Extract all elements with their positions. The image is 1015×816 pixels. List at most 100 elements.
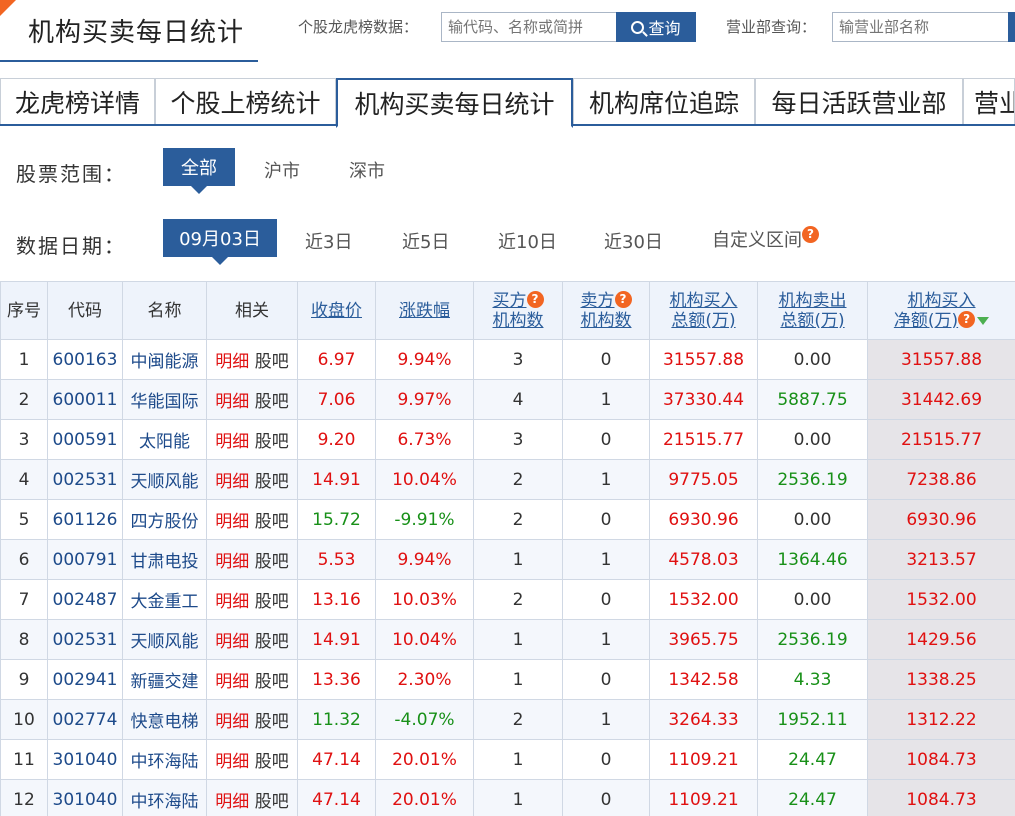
cell-name-link[interactable]: 新疆交建 (122, 659, 207, 700)
cell-code-link[interactable]: 002531 (47, 619, 123, 660)
guba-link[interactable]: 股吧 (255, 672, 289, 692)
col-seq: 序号 (0, 281, 48, 340)
date-option-5d[interactable]: 近5日 (402, 228, 449, 254)
detail-link[interactable]: 明细 (215, 592, 249, 612)
cell-name-link[interactable]: 中环海陆 (122, 739, 207, 780)
detail-link[interactable]: 明细 (215, 552, 249, 572)
date-option-10d[interactable]: 近10日 (498, 228, 557, 254)
cell-sell-total: 2536.19 (757, 459, 868, 500)
detail-link[interactable]: 明细 (215, 512, 249, 532)
cell-code-link[interactable]: 600163 (47, 339, 123, 380)
col-net-sort[interactable]: 机构买入 净额(万)? (867, 281, 1015, 340)
cell-name-link[interactable]: 甘肃电投 (122, 539, 207, 580)
help-icon[interactable]: ? (526, 290, 544, 308)
guba-link[interactable]: 股吧 (255, 792, 289, 812)
cell-buy-total: 31557.88 (649, 339, 758, 380)
cell-buy-inst: 1 (473, 779, 563, 816)
guba-link[interactable]: 股吧 (255, 712, 289, 732)
cell-net: 1338.25 (867, 659, 1015, 700)
detail-link[interactable]: 明细 (215, 672, 249, 692)
detail-link[interactable]: 明细 (215, 352, 249, 372)
tab-lhb-detail[interactable]: 龙虎榜详情 (0, 78, 155, 124)
detail-link[interactable]: 明细 (215, 472, 249, 492)
cell-code-link[interactable]: 002774 (47, 699, 123, 740)
date-option-30d[interactable]: 近30日 (604, 228, 663, 254)
cell-name-link[interactable]: 中环海陆 (122, 779, 207, 816)
cell-net: 3213.57 (867, 539, 1015, 580)
table-row: 12 301040 中环海陆 明细 股吧 47.14 20.01% 1 0 1109.21 24.… (0, 779, 1015, 816)
guba-link[interactable]: 股吧 (255, 592, 289, 612)
cell-code-link[interactable]: 601126 (47, 499, 123, 540)
cell-name-link[interactable]: 中闽能源 (122, 339, 207, 380)
detail-link[interactable]: 明细 (215, 792, 249, 812)
dept-search-label: 营业部查询： (726, 18, 817, 36)
table-row: 1 600163 中闽能源 明细 股吧 6.97 9.94% 3 0 31557.88 0.00 3… (0, 339, 1015, 380)
date-option-today[interactable]: 09月03日 (163, 219, 277, 265)
cell-code-link[interactable]: 002941 (47, 659, 123, 700)
cell-name-link[interactable]: 天顺风能 (122, 619, 207, 660)
detail-link[interactable]: 明细 (215, 392, 249, 412)
cell-seq: 9 (0, 659, 48, 700)
cell-code-link[interactable]: 301040 (47, 779, 123, 816)
detail-link[interactable]: 明细 (215, 432, 249, 452)
scope-option-sz[interactable]: 深市 (349, 157, 385, 183)
help-icon[interactable]: ? (802, 226, 819, 243)
col-buy-inst-sort[interactable]: 买方? 机构数 (473, 281, 563, 340)
cell-name-link[interactable]: 四方股份 (122, 499, 207, 540)
guba-link[interactable]: 股吧 (255, 632, 289, 652)
scope-option-sh[interactable]: 沪市 (264, 157, 300, 183)
cell-code-link[interactable]: 002487 (47, 579, 123, 620)
cell-name-link[interactable]: 大金重工 (122, 579, 207, 620)
guba-link[interactable]: 股吧 (255, 552, 289, 572)
cell-code-link[interactable]: 600011 (47, 379, 123, 420)
col-close-sort[interactable]: 收盘价 (297, 281, 376, 340)
cell-name-link[interactable]: 太阳能 (122, 419, 207, 460)
cell-code-link[interactable]: 000591 (47, 419, 123, 460)
guba-link[interactable]: 股吧 (255, 392, 289, 412)
guba-link[interactable]: 股吧 (255, 752, 289, 772)
tab-stock-stats[interactable]: 个股上榜统计 (155, 78, 336, 124)
help-icon[interactable]: ? (614, 290, 632, 308)
cell-sell-total: 4.33 (757, 659, 868, 700)
table-row: 9 002941 新疆交建 明细 股吧 13.36 2.30% 1 0 1342.58 4.33 1… (0, 659, 1015, 700)
cell-related: 明细 股吧 (206, 699, 298, 740)
cell-change: 20.01% (375, 739, 474, 780)
cell-close: 5.53 (297, 539, 376, 580)
guba-link[interactable]: 股吧 (255, 512, 289, 532)
tab-active-dept[interactable]: 每日活跃营业部 (755, 78, 963, 124)
tab-dept-more[interactable]: 营业 (963, 78, 1015, 124)
cell-sell-inst: 0 (562, 499, 650, 540)
cell-name-link[interactable]: 华能国际 (122, 379, 207, 420)
date-option-3d[interactable]: 近3日 (305, 228, 352, 254)
date-option-custom[interactable]: 自定义区间? (712, 226, 819, 252)
tab-inst-seat[interactable]: 机构席位追踪 (573, 78, 755, 124)
dept-search-button[interactable] (1008, 12, 1015, 42)
sort-desc-icon (977, 316, 990, 325)
query-button[interactable]: 查询 (616, 12, 696, 42)
cell-buy-inst: 1 (473, 539, 563, 580)
dept-search-input[interactable] (832, 12, 1010, 42)
guba-link[interactable]: 股吧 (255, 472, 289, 492)
col-buy-total-sort[interactable]: 机构买入 总额(万) (649, 281, 758, 340)
cell-change: 20.01% (375, 779, 474, 816)
detail-link[interactable]: 明细 (215, 632, 249, 652)
guba-link[interactable]: 股吧 (255, 352, 289, 372)
cell-change: 9.94% (375, 339, 474, 380)
cell-code-link[interactable]: 301040 (47, 739, 123, 780)
cell-code-link[interactable]: 000791 (47, 539, 123, 580)
guba-link[interactable]: 股吧 (255, 432, 289, 452)
col-sell-inst-sort[interactable]: 卖方? 机构数 (562, 281, 650, 340)
col-change-sort[interactable]: 涨跌幅 (375, 281, 474, 340)
cell-code-link[interactable]: 002531 (47, 459, 123, 500)
cell-sell-total: 2536.19 (757, 619, 868, 660)
detail-link[interactable]: 明细 (215, 752, 249, 772)
col-sell-total-sort[interactable]: 机构卖出 总额(万) (757, 281, 868, 340)
cell-name-link[interactable]: 快意电梯 (122, 699, 207, 740)
help-icon[interactable]: ? (958, 310, 976, 328)
cell-seq: 4 (0, 459, 48, 500)
scope-option-all[interactable]: 全部 (163, 148, 235, 194)
detail-link[interactable]: 明细 (215, 712, 249, 732)
cell-name-link[interactable]: 天顺风能 (122, 459, 207, 500)
stock-search-input[interactable] (441, 12, 617, 42)
tab-inst-daily[interactable]: 机构买卖每日统计 (336, 78, 573, 128)
